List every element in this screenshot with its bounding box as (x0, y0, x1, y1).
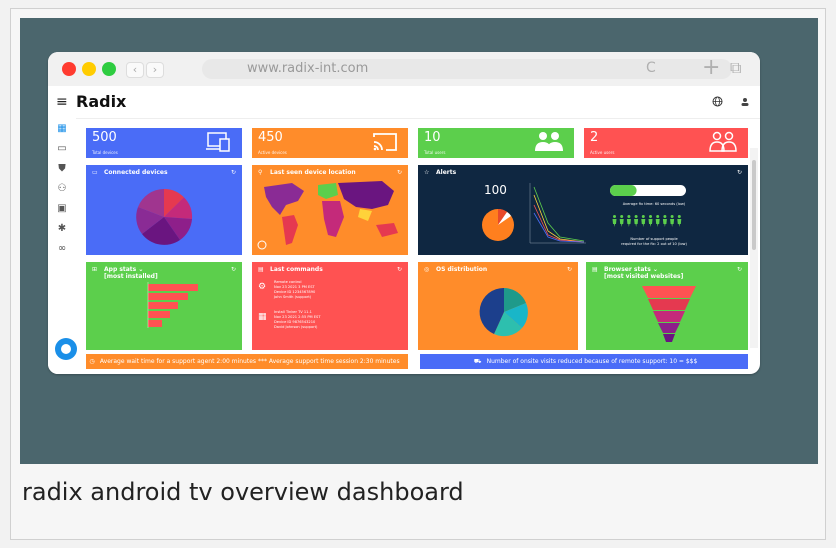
users-icon (535, 132, 563, 151)
person-icon (677, 215, 682, 227)
kpi-label: Active users (590, 150, 615, 155)
world-map (257, 181, 398, 250)
app-logo: Radix (76, 92, 127, 111)
tabs-overview-button[interactable]: ⧉ (730, 58, 741, 78)
sidebar-shield-icon[interactable]: ⛊ (57, 164, 67, 174)
chat-button[interactable] (55, 338, 77, 360)
user-icon[interactable] (740, 97, 750, 107)
terminal-icon: ▤ (258, 266, 264, 273)
sidebar-devices-icon[interactable]: ▭ (57, 144, 67, 154)
sidebar: ▦ ▭ ⛊ ⚇ ▣ ✱ ∞ (48, 118, 76, 374)
command-item: Install Tinker TV 11.1 Nov 23 2021 2:55 … (274, 310, 321, 330)
card-last-seen-location: ⚲ Last seen device location ↻ (252, 165, 408, 255)
person-icon (670, 215, 675, 227)
person-icon (634, 215, 639, 227)
command-line: David Johnson (support) (274, 325, 318, 329)
person-icon (626, 215, 631, 227)
new-tab-button[interactable]: + (702, 57, 720, 79)
person-icon (648, 215, 653, 227)
person-icon (641, 215, 646, 227)
menu-icon[interactable]: ≡ (56, 94, 68, 110)
card-app-stats: ⊞ App stats ⌄ [most installed] ↻ (86, 262, 242, 350)
kpi-label: Active devices (258, 150, 287, 155)
ticker-text: Average wait time for a support agent 2:… (99, 358, 400, 365)
clock-icon: ◷ (89, 358, 95, 365)
browser-window: ‹ › www.radix-int.com C + ⧉ ≡ Radix ▦ ▭ … (48, 52, 760, 374)
scrollbar[interactable] (750, 148, 758, 348)
globe-icon[interactable] (712, 96, 723, 107)
kpi-active-users: 2 Active users (584, 128, 748, 158)
ticker-onsite-visits: ⛟ Number of onsite visits reduced becaus… (420, 354, 748, 369)
image-caption: radix android tv overview dashboard (22, 478, 464, 506)
kpi-label: Total users (424, 150, 446, 155)
person-icon (612, 215, 617, 227)
cast-icon (373, 133, 397, 151)
alerts-charts (482, 183, 686, 244)
kpi-value: 500 (92, 130, 117, 145)
ticker-support-times: ◷ Average wait time for a support agent … (86, 354, 408, 369)
sidebar-settings-icon[interactable]: ✱ (57, 224, 67, 234)
fix-time-progress (610, 185, 637, 196)
sidebar-save-icon[interactable]: ▣ (57, 204, 67, 214)
kpi-total-users: 10 Total users (418, 128, 574, 158)
command-line: John Smith (support) (274, 295, 312, 299)
reload-button[interactable]: C (646, 58, 656, 78)
minimize-window-button[interactable] (82, 62, 96, 76)
support-people-icons (612, 215, 682, 227)
connected-devices-pie (136, 189, 193, 245)
forward-button[interactable]: › (146, 62, 164, 78)
browser-toolbar: ‹ › www.radix-int.com C + ⧉ (48, 52, 760, 87)
app-stats-bar-chart (147, 282, 198, 328)
kpi-value: 10 (424, 130, 441, 145)
person-icon (662, 215, 667, 227)
devices-icon (206, 132, 230, 152)
app-header: ≡ Radix (48, 86, 760, 119)
sidebar-link-icon[interactable]: ∞ (57, 244, 67, 254)
card-last-commands: ▤ Last commands ↻ ⚙ Remote control Nov 2… (252, 262, 408, 350)
card-title: Last commands (270, 266, 323, 273)
ticker-text: Number of onsite visits reduced because … (486, 358, 698, 365)
refresh-icon[interactable]: ↻ (397, 266, 402, 273)
sidebar-users-icon[interactable]: ⚇ (57, 184, 67, 194)
remote-control-icon: ⚙ (258, 282, 267, 292)
kpi-total-devices: 500 Total devices (86, 128, 242, 158)
truck-icon: ⛟ (473, 358, 482, 365)
back-button[interactable]: ‹ (126, 62, 144, 78)
card-os-distribution: ◎ OS distribution ↻ (418, 262, 578, 350)
command-item: Remote control Nov 23 2021 3 PM EST Devi… (274, 280, 315, 300)
sidebar-dashboard-icon[interactable]: ▦ (57, 124, 67, 134)
person-icon (619, 215, 624, 227)
support-people-text-2: required for the fix: 2 out of 10 (low) (621, 242, 687, 246)
install-icon: ▦ (258, 312, 267, 322)
browser-stats-funnel (642, 286, 696, 342)
maximize-window-button[interactable] (102, 62, 116, 76)
alerts-line-chart (529, 183, 586, 244)
kpi-value: 450 (258, 130, 283, 145)
fix-time-text: Average fix time: 60 seconds (low) (622, 202, 686, 206)
scrollbar-thumb[interactable] (752, 160, 756, 250)
os-distribution-pie (479, 287, 528, 337)
card-browser-stats: ▤ Browser stats ⌄ [most visited websites… (586, 262, 748, 350)
kpi-value: 2 (590, 130, 599, 145)
support-people-text: Number of support people (630, 237, 678, 241)
card-connected-devices: ▭ Connected devices ↻ (86, 165, 242, 255)
close-window-button[interactable] (62, 62, 76, 76)
users-outline-icon (709, 131, 737, 152)
person-icon (655, 215, 660, 227)
kpi-label: Total devices (92, 150, 118, 155)
card-alerts: ☆ Alerts ↻ 100 Average fix time: 60 seco… (418, 165, 748, 255)
kpi-active-devices: 450 Active devices (252, 128, 408, 158)
